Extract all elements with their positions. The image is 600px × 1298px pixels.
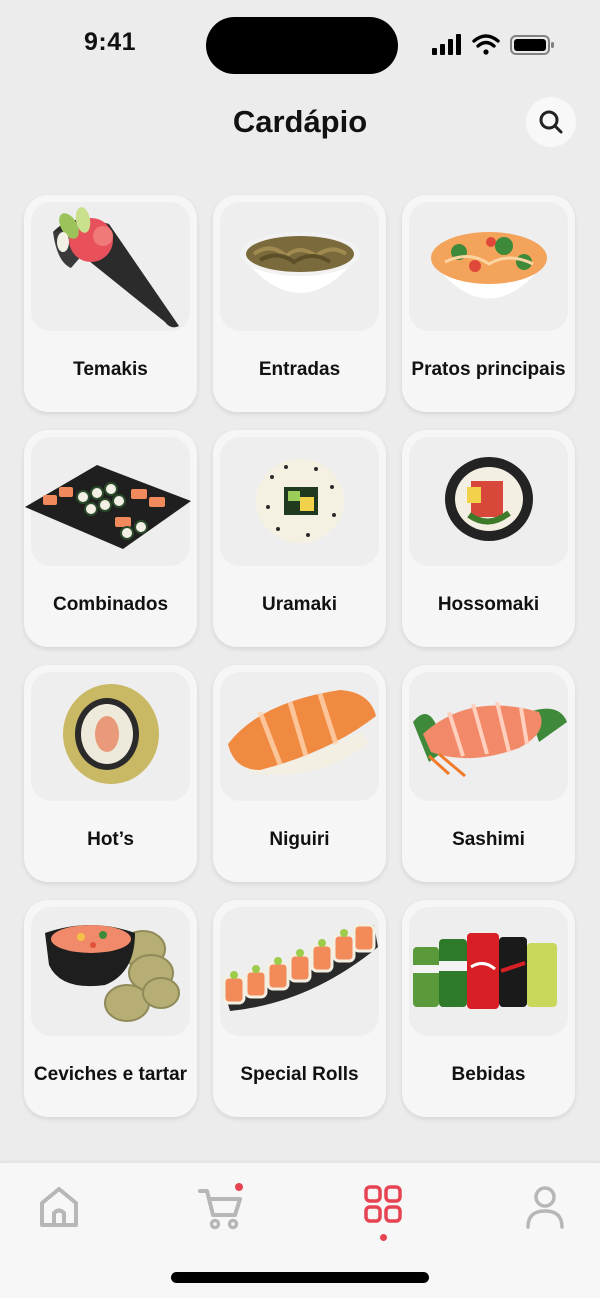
home-indicator <box>171 1272 429 1283</box>
category-label: Hot’s <box>87 829 134 850</box>
category-grid: Temakis Entradas Pratos principais Combi… <box>24 195 576 1117</box>
header: Cardápio <box>0 96 600 152</box>
wifi-icon <box>472 34 500 55</box>
category-card-ceviches-tartar[interactable]: Ceviches e tartar <box>24 900 197 1117</box>
tab-bar <box>0 1163 600 1298</box>
pratos-principais-image <box>431 232 547 299</box>
category-image <box>409 907 568 1036</box>
signal-icon <box>432 34 461 55</box>
category-card-uramaki[interactable]: Uramaki <box>213 430 386 647</box>
status-icons <box>432 34 554 55</box>
category-card-special-rolls[interactable]: Special Rolls <box>213 900 386 1117</box>
ceviches-image <box>45 925 180 1022</box>
category-label: Niguiri <box>269 829 330 850</box>
active-tab-indicator <box>380 1234 387 1241</box>
sashimi-image <box>413 701 567 778</box>
grid-icon <box>364 1185 402 1223</box>
category-label: Temakis <box>73 359 148 380</box>
category-label: Uramaki <box>262 594 337 615</box>
search-button[interactable] <box>526 97 576 147</box>
category-image <box>31 907 190 1036</box>
user-icon <box>526 1186 564 1229</box>
category-label: Sashimi <box>452 829 525 850</box>
category-label: Special Rolls <box>240 1064 359 1085</box>
category-card-pratos-principais[interactable]: Pratos principais <box>402 195 575 412</box>
tab-menu[interactable] <box>358 1181 408 1231</box>
home-icon <box>40 1187 78 1227</box>
tab-home[interactable] <box>34 1181 84 1231</box>
category-image <box>220 672 379 801</box>
category-card-temakis[interactable]: Temakis <box>24 195 197 412</box>
combinados-platter-image <box>25 465 191 549</box>
special-rolls-image <box>222 923 378 1011</box>
tab-cart[interactable] <box>196 1181 246 1231</box>
category-label: Pratos principais <box>411 359 566 380</box>
category-label: Entradas <box>258 359 341 380</box>
tab-profile[interactable] <box>520 1181 570 1231</box>
uramaki-image <box>256 459 344 543</box>
category-image <box>31 672 190 801</box>
cart-icon <box>198 1183 243 1230</box>
entradas-bowl-image <box>240 232 360 293</box>
category-image <box>25 437 191 566</box>
category-card-entradas[interactable]: Entradas <box>213 195 386 412</box>
category-card-sashimi[interactable]: Sashimi <box>402 665 575 882</box>
temaki-image <box>53 207 179 328</box>
category-image <box>220 907 379 1036</box>
category-label: Combinados <box>52 594 169 615</box>
hots-image <box>63 684 159 784</box>
category-label: Ceviches e tartar <box>33 1064 188 1085</box>
category-card-hots[interactable]: Hot’s <box>24 665 197 882</box>
bebidas-cans-image <box>413 933 557 1009</box>
category-label: Hossomaki <box>437 594 540 615</box>
category-image <box>409 437 568 566</box>
dynamic-island <box>206 17 398 74</box>
category-image <box>409 202 568 331</box>
cart-badge-dot <box>235 1183 243 1191</box>
category-card-niguiri[interactable]: Niguiri <box>213 665 386 882</box>
status-bar: 9:41 <box>0 0 600 90</box>
page-title: Cardápio <box>232 104 368 139</box>
search-icon <box>539 110 563 134</box>
battery-icon <box>510 35 554 55</box>
category-image <box>220 202 379 331</box>
status-time: 9:41 <box>84 28 137 56</box>
category-card-bebidas[interactable]: Bebidas <box>402 900 575 1117</box>
hossomaki-image <box>445 457 533 541</box>
category-image <box>220 437 379 566</box>
category-label: Bebidas <box>451 1064 526 1085</box>
category-card-combinados[interactable]: Combinados <box>24 430 197 647</box>
category-image <box>31 202 190 331</box>
category-image <box>409 672 568 801</box>
niguiri-image <box>228 690 376 775</box>
category-card-hossomaki[interactable]: Hossomaki <box>402 430 575 647</box>
